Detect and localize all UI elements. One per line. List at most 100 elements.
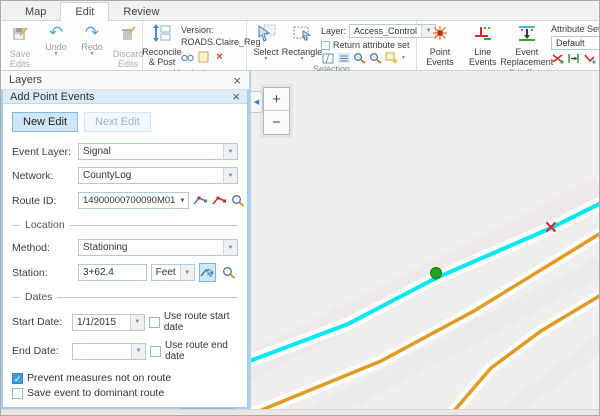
event-replacement-button[interactable]: Event Replacement (504, 23, 549, 68)
save-icon (10, 24, 30, 49)
zoom-out-button[interactable]: − (264, 111, 289, 134)
event-layer-combo[interactable]: Signal ▼ (78, 143, 238, 160)
new-version-icon[interactable] (197, 51, 210, 63)
next-edit-label: Next Edit (95, 116, 140, 128)
panel-collapse-button[interactable]: ◀ (251, 91, 263, 113)
layers-pane-title: Layers (9, 74, 233, 86)
start-date-caret[interactable]: ▼ (130, 315, 144, 330)
redo-button[interactable]: ↷ Redo ▼ (75, 23, 109, 58)
map-view[interactable]: ◀ + − (251, 71, 599, 409)
select-route-icon[interactable] (193, 191, 208, 210)
event-layer-caret[interactable]: ▼ (223, 144, 237, 159)
end-date-caret[interactable]: ▼ (131, 344, 145, 359)
method-caret[interactable]: ▼ (223, 240, 237, 255)
delete-version-icon[interactable]: × (213, 51, 226, 63)
method-combo[interactable]: Stationing ▼ (78, 239, 238, 256)
zoom-to-station-icon[interactable] (220, 263, 238, 282)
line-events-label: Line Events (465, 47, 500, 67)
save-edits-button[interactable]: Save Edits (3, 23, 37, 70)
return-attribute-set-label: Return attribute set (333, 40, 410, 50)
use-route-start-date-label: Use route start date (164, 311, 238, 333)
line-events-button[interactable]: Line Events (463, 23, 502, 68)
tab-map[interactable]: Map (11, 3, 60, 20)
station-input[interactable]: 3+62.4 (78, 264, 147, 281)
undo-button[interactable]: ↶ Undo ▼ (39, 23, 73, 58)
select-button[interactable]: Select ▼ (249, 23, 283, 63)
use-route-start-date-checkbox[interactable] (149, 317, 160, 328)
selection-layer-value: Access_Control (350, 26, 421, 36)
dates-section-label: Dates (25, 291, 52, 303)
tab-review[interactable]: Review (109, 3, 173, 20)
end-date-label: End Date: (12, 345, 68, 357)
start-date-value: 1/1/2015 (73, 317, 130, 328)
add-point-events-panel: Add Point Events × New Edit Next Edit Ev… (1, 90, 249, 409)
route-id-value: 14900000700090M01 (79, 195, 179, 206)
reconcile-post-button[interactable]: Reconcile & Post (145, 23, 179, 68)
new-edit-button[interactable]: New Edit (12, 112, 78, 132)
selection-tools-caret[interactable]: ▼ (401, 56, 406, 61)
zoom-to-selection-icon[interactable] (353, 52, 366, 64)
network-value: CountyLog (79, 170, 223, 181)
return-attribute-set-checkbox[interactable] (321, 41, 330, 50)
add-point-events-header: Add Point Events × (3, 90, 247, 104)
point-events-button[interactable]: Point Events (419, 23, 461, 68)
select-by-shape-icon[interactable] (321, 52, 334, 64)
rectangle-dropdown-caret[interactable]: ▼ (300, 57, 305, 62)
selection-list-icon[interactable] (337, 52, 350, 64)
network-caret[interactable]: ▼ (223, 168, 237, 183)
add-point-events-title: Add Point Events (10, 91, 232, 103)
zoom-in-button[interactable]: + (264, 88, 289, 111)
selection-layer-label: Layer: (321, 26, 346, 36)
tab-edit[interactable]: Edit (60, 2, 109, 21)
split-event-icon[interactable] (551, 52, 564, 64)
end-date-combo[interactable]: ▼ (72, 343, 146, 360)
undo-icon: ↶ (49, 24, 63, 42)
select-route-on-map-icon[interactable] (212, 191, 227, 210)
redo-dropdown-caret[interactable]: ▼ (90, 52, 95, 57)
retire-event-icon[interactable] (583, 52, 596, 64)
start-date-label: Start Date: (12, 316, 68, 328)
station-value: 3+62.4 (79, 267, 146, 278)
pick-station-on-map-button[interactable] (199, 263, 217, 282)
undo-dropdown-caret[interactable]: ▼ (54, 52, 59, 57)
prevent-measures-checkbox[interactable]: ✓ (12, 373, 23, 384)
use-route-end-date-checkbox[interactable] (150, 346, 161, 357)
discard-edits-label: Discard Edits (113, 49, 144, 69)
event-replacement-label: Event Replacement (500, 47, 553, 67)
attribute-set-label: Attribute Set: (551, 24, 600, 34)
window-bottom-edge (1, 409, 599, 415)
method-value: Stationing (79, 242, 223, 253)
manage-versions-icon[interactable] (181, 51, 194, 63)
reconcile-post-label: Reconcile & Post (142, 47, 182, 67)
discard-edits-button[interactable]: Discard Edits (111, 23, 145, 70)
dates-section-separator: Dates (12, 291, 238, 303)
rectangle-select-button[interactable]: Rectangle ▼ (285, 23, 319, 63)
start-date-combo[interactable]: 1/1/2015 ▼ (72, 314, 145, 331)
route-id-caret[interactable]: ▼ (179, 198, 188, 204)
point-events-icon (430, 24, 450, 47)
merge-events-icon[interactable] (567, 52, 580, 64)
event-replacement-icon (516, 24, 538, 47)
zoom-to-route-icon[interactable] (231, 191, 245, 210)
collapse-arrow-icon: ◀ (254, 98, 259, 106)
add-point-events-close-icon[interactable]: × (232, 90, 240, 103)
group-versioning: Reconcile & Post Version: ROADS.Claire_R… (143, 21, 247, 70)
network-combo[interactable]: CountyLog ▼ (78, 167, 238, 184)
station-unit-value: Feet (152, 267, 180, 278)
layers-pane-close-icon[interactable]: × (233, 74, 241, 87)
attribute-set-combo[interactable]: Default ▼ (551, 36, 600, 50)
station-unit-combo[interactable]: Feet ▼ (151, 264, 195, 281)
clear-selection-icon[interactable] (385, 52, 398, 64)
dominant-route-checkbox[interactable] (12, 388, 23, 399)
event-layer-label: Event Layer: (12, 146, 74, 158)
route-id-input[interactable]: 14900000700090M01 ▼ (78, 192, 189, 209)
select-cursor-icon (256, 24, 276, 47)
route-id-label: Route ID: (12, 195, 74, 207)
layers-pane-header: Layers × (1, 71, 249, 90)
station-unit-caret[interactable]: ▼ (180, 265, 194, 280)
line-events-icon (473, 24, 493, 47)
ribbon: Save Edits ↶ Undo ▼ ↷ Redo ▼ Discard Edi… (1, 21, 599, 71)
select-dropdown-caret[interactable]: ▼ (264, 57, 269, 62)
next-edit-button[interactable]: Next Edit (84, 112, 151, 132)
pan-to-selection-icon[interactable] (369, 52, 382, 64)
